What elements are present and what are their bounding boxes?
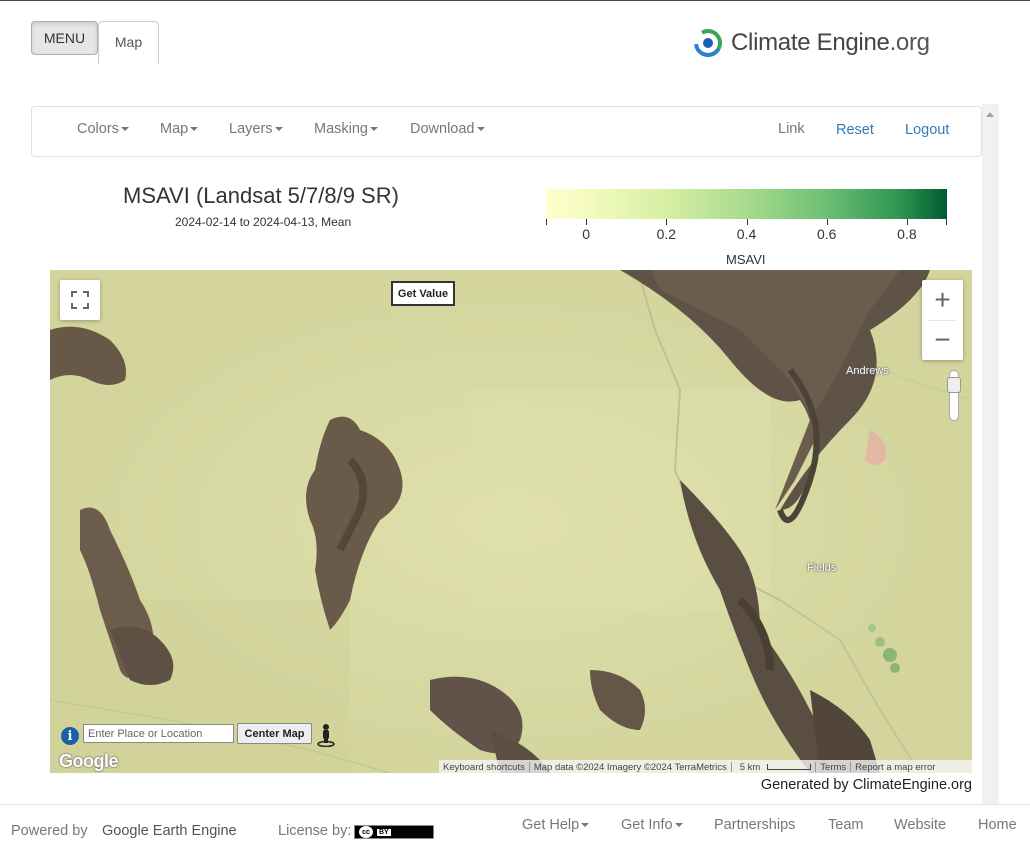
map-canvas[interactable]: Get Value + − Andrews Fields i Center Ma…: [50, 270, 972, 773]
footer-team-link[interactable]: Team: [828, 817, 863, 833]
get-value-button[interactable]: Get Value: [391, 281, 455, 306]
satellite-imagery: [50, 270, 972, 773]
legend-tick: [666, 219, 668, 225]
reset-link[interactable]: Reset: [836, 122, 874, 138]
legend-tick: [826, 219, 828, 225]
map-subtitle: 2024-02-14 to 2024-04-13, Mean: [175, 215, 352, 229]
scroll-up-icon[interactable]: [986, 112, 994, 117]
footer-divider: [0, 804, 1030, 805]
map-data-credit: Map data ©2024 Imagery ©2024 TerraMetric…: [533, 761, 727, 773]
legend-tick-label: 0.6: [816, 226, 837, 242]
top-border: [0, 0, 1030, 1]
menu-button[interactable]: MENU: [31, 21, 98, 55]
fullscreen-button[interactable]: [60, 280, 100, 320]
by-icon: BY: [377, 828, 391, 836]
map-attribution: Keyboard shortcuts Map data ©2024 Imager…: [439, 760, 972, 773]
legend-tick-label: 0.2: [656, 226, 677, 242]
footer-home-link[interactable]: Home: [978, 817, 1017, 833]
legend-end-tick: [546, 219, 547, 225]
scale-bar: [767, 763, 812, 770]
legend-colorbar: [546, 189, 947, 219]
cc-license-badge[interactable]: cc BY: [354, 825, 434, 839]
center-map-button[interactable]: Center Map: [237, 723, 312, 744]
footer-website-link[interactable]: Website: [894, 817, 946, 833]
terms-link[interactable]: Terms: [816, 762, 850, 773]
place-label-fields: Fields: [807, 562, 837, 574]
footer-partnerships-link[interactable]: Partnerships: [714, 817, 795, 833]
zoom-slider-handle[interactable]: [947, 377, 961, 393]
logo-text: Climate Engine.org: [731, 29, 930, 56]
legend-tick: [746, 219, 748, 225]
footer-get-info-dropdown[interactable]: Get Info: [621, 817, 683, 833]
logout-link[interactable]: Logout: [905, 122, 949, 138]
powered-by-label: Powered by: [11, 823, 88, 839]
scale-label[interactable]: 5 km: [732, 762, 816, 773]
zoom-in-button[interactable]: +: [922, 280, 963, 320]
info-icon[interactable]: i: [61, 727, 79, 745]
climate-engine-logo-icon: [693, 28, 723, 58]
fullscreen-icon: [71, 291, 89, 309]
legend-tick: [906, 219, 908, 225]
legend-tick-label: 0.8: [897, 226, 917, 242]
scrollbar[interactable]: [982, 104, 999, 804]
zoom-controls: + −: [922, 280, 963, 360]
map-title: MSAVI (Landsat 5/7/8/9 SR): [123, 183, 399, 208]
report-error-link[interactable]: Report a map error: [851, 762, 939, 773]
legend-end-tick: [946, 219, 947, 225]
nav-colors-dropdown[interactable]: Colors: [77, 121, 129, 137]
map-navbar: Colors Map Layers Masking Download Link …: [31, 106, 982, 157]
tab-map[interactable]: Map: [98, 21, 159, 64]
nav-map-dropdown[interactable]: Map: [160, 121, 199, 137]
legend-tick-label: 0.4: [736, 226, 757, 242]
nav-layers-dropdown[interactable]: Layers: [229, 121, 283, 137]
cc-icon: cc: [359, 826, 373, 838]
legend-tick-label: 0: [582, 226, 590, 242]
footer-get-help-dropdown[interactable]: Get Help: [522, 817, 590, 833]
legend-tick: [586, 219, 588, 225]
google-logo[interactable]: Google: [59, 751, 119, 772]
pegman-icon[interactable]: [316, 723, 336, 748]
zoom-out-button[interactable]: −: [922, 320, 963, 360]
nav-download-dropdown[interactable]: Download: [410, 121, 485, 137]
nav-link[interactable]: Link: [778, 121, 805, 137]
google-earth-engine-link[interactable]: Google Earth Engine: [102, 823, 237, 839]
nav-masking-dropdown[interactable]: Masking: [314, 121, 378, 137]
keyboard-shortcuts-link[interactable]: Keyboard shortcuts: [439, 762, 529, 773]
place-search-input[interactable]: [83, 724, 234, 743]
generated-by-credit: Generated by ClimateEngine.org: [760, 777, 972, 793]
climate-engine-logo[interactable]: Climate Engine.org: [693, 26, 930, 60]
legend-label: MSAVI: [726, 252, 766, 267]
place-label-andrews: Andrews: [846, 365, 889, 377]
license-label: License by:: [278, 823, 352, 839]
